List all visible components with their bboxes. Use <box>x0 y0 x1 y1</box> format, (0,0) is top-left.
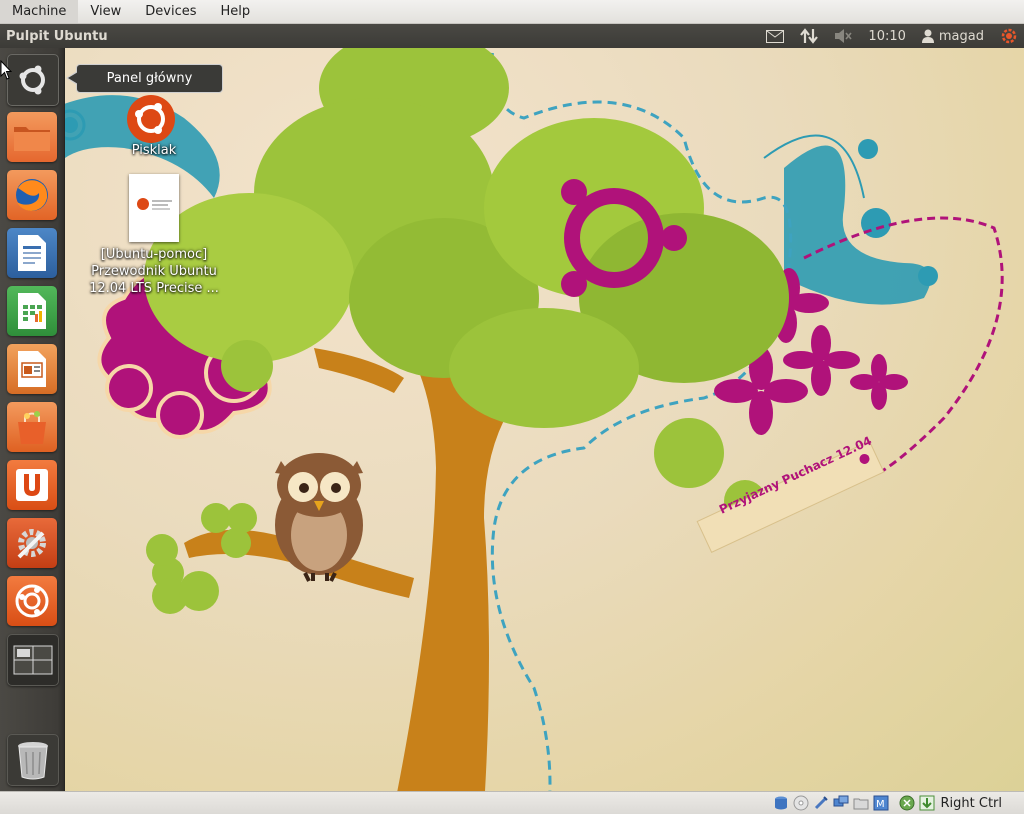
power-gear-icon <box>1000 27 1018 45</box>
launcher-files[interactable] <box>7 112 57 162</box>
optical-drive-status-icon[interactable] <box>793 795 809 811</box>
ubuntu-one-icon <box>15 468 49 502</box>
network-updown-icon <box>800 27 818 45</box>
launcher-libreoffice-writer[interactable] <box>7 228 57 278</box>
ubuntu-logo-icon <box>15 62 51 98</box>
speaker-muted-icon <box>834 29 852 43</box>
messaging-indicator[interactable] <box>758 24 792 48</box>
launcher-libreoffice-calc[interactable] <box>7 286 57 336</box>
folder-icon <box>12 121 52 153</box>
desktop-icon-pisklak[interactable] <box>124 104 164 144</box>
desktop-icon-label: Pisklak <box>84 142 224 159</box>
firefox-icon <box>13 176 51 214</box>
vbox-menubar: Machine View Devices Help <box>0 0 1024 24</box>
mouse-integration-status-icon[interactable] <box>899 795 915 811</box>
network-adapter-status-icon[interactable] <box>833 795 849 811</box>
desktop[interactable]: Przyjazny Puchacz 12.04 Pisklak [Ubuntu-… <box>64 48 1024 791</box>
svg-text:M: M <box>876 799 885 810</box>
launcher-workspace-switcher[interactable] <box>7 634 59 686</box>
launcher <box>0 48 65 791</box>
session-indicator[interactable] <box>992 24 1024 48</box>
launcher-ubuntu-help[interactable] <box>7 576 57 626</box>
sound-indicator[interactable] <box>826 24 860 48</box>
launcher-dash-home[interactable] <box>7 54 59 106</box>
user-icon <box>922 29 934 43</box>
desktop-icon-document[interactable] <box>129 174 179 242</box>
launcher-libreoffice-impress[interactable] <box>7 344 57 394</box>
mouse-cursor-icon <box>0 60 12 80</box>
desktop-icon-label: [Ubuntu-pomoc] Przewodnik Ubuntu 12.04 L… <box>84 246 224 297</box>
help-icon <box>13 582 51 620</box>
writer-icon <box>16 234 48 272</box>
launcher-tooltip: Panel główny <box>76 64 223 93</box>
guest-screen: Przyjazny Puchacz 12.04 Pisklak [Ubuntu-… <box>0 24 1024 791</box>
hard-disk-status-icon[interactable] <box>773 795 789 811</box>
menu-machine[interactable]: Machine <box>0 0 78 23</box>
shared-folders-status-icon[interactable] <box>853 795 869 811</box>
envelope-icon <box>766 30 784 43</box>
settings-icon <box>13 524 51 562</box>
wallpaper <box>64 48 1024 791</box>
video-capture-status-icon[interactable]: M <box>873 795 889 811</box>
launcher-system-settings[interactable] <box>7 518 57 568</box>
menu-help[interactable]: Help <box>209 0 263 23</box>
document-thumbnail-icon <box>129 174 179 242</box>
launcher-ubuntu-one[interactable] <box>7 460 57 510</box>
launcher-software-center[interactable] <box>7 402 57 452</box>
clock[interactable]: 10:10 <box>860 24 913 48</box>
calc-icon <box>16 292 48 330</box>
menu-view[interactable]: View <box>78 0 133 23</box>
impress-icon <box>16 350 48 388</box>
workspaces-icon <box>13 645 53 675</box>
launcher-trash[interactable] <box>7 734 59 786</box>
network-indicator[interactable] <box>792 24 826 48</box>
shopping-bag-icon <box>13 408 51 446</box>
host-key-label: Right Ctrl <box>937 796 1024 811</box>
menu-devices[interactable]: Devices <box>133 0 208 23</box>
usb-status-icon[interactable] <box>813 795 829 811</box>
launcher-firefox[interactable] <box>7 170 57 220</box>
user-name: magad <box>939 29 984 44</box>
trash-icon <box>16 740 50 780</box>
host-key-status-icon[interactable] <box>919 795 935 811</box>
ubuntu-logo-icon <box>126 94 176 144</box>
vbox-statusbar: M Right Ctrl <box>0 791 1024 814</box>
window-title: Pulpit Ubuntu <box>0 29 758 44</box>
top-panel: Pulpit Ubuntu 10:10 magad <box>0 24 1024 48</box>
user-menu[interactable]: magad <box>914 24 992 48</box>
